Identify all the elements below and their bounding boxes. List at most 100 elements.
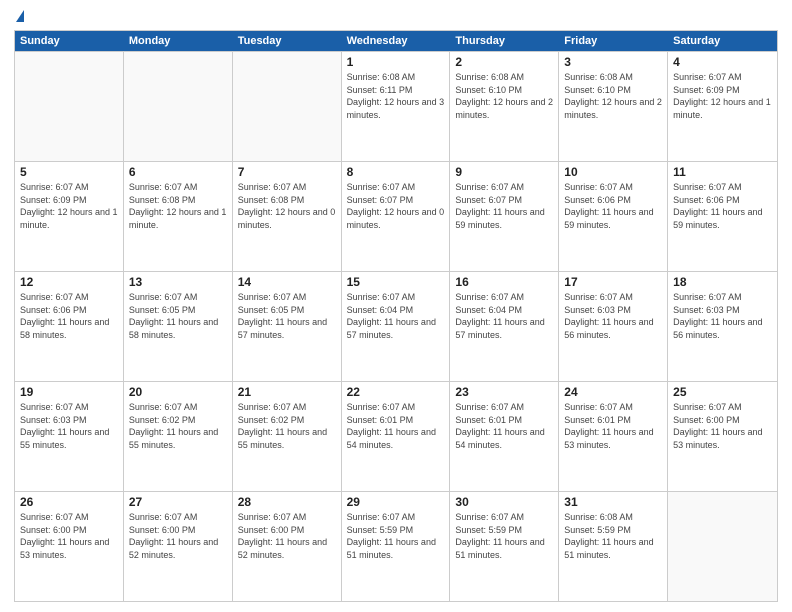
header-day: Wednesday	[342, 31, 451, 51]
calendar-cell	[668, 492, 777, 601]
day-info: Sunrise: 6:07 AMSunset: 6:02 PMDaylight:…	[238, 401, 336, 451]
calendar-cell: 26 Sunrise: 6:07 AMSunset: 6:00 PMDayligh…	[15, 492, 124, 601]
day-number: 26	[20, 495, 118, 509]
day-number: 2	[455, 55, 553, 69]
day-number: 8	[347, 165, 445, 179]
day-info: Sunrise: 6:07 AMSunset: 6:00 PMDaylight:…	[238, 511, 336, 561]
header-day: Friday	[559, 31, 668, 51]
day-info: Sunrise: 6:07 AMSunset: 6:07 PMDaylight:…	[347, 181, 445, 231]
day-number: 25	[673, 385, 772, 399]
day-info: Sunrise: 6:07 AMSunset: 6:06 PMDaylight:…	[20, 291, 118, 341]
day-info: Sunrise: 6:07 AMSunset: 6:09 PMDaylight:…	[20, 181, 118, 231]
day-number: 22	[347, 385, 445, 399]
calendar-cell: 17Sunrise: 6:07 AMSunset: 6:03 PMDayligh…	[559, 272, 668, 381]
calendar-week: 19 Sunrise: 6:07 AMSunset: 6:03 PMDayligh…	[15, 381, 777, 491]
calendar-cell: 23 Sunrise: 6:07 AMSunset: 6:01 PMDayligh…	[450, 382, 559, 491]
calendar-header: SundayMondayTuesdayWednesdayThursdayFrid…	[15, 31, 777, 51]
day-info: Sunrise: 6:07 AMSunset: 6:05 PMDaylight:…	[238, 291, 336, 341]
day-number: 31	[564, 495, 662, 509]
calendar-cell: 4 Sunrise: 6:07 AMSunset: 6:09 PMDaylight…	[668, 52, 777, 161]
calendar-cell: 10 Sunrise: 6:07 AMSunset: 6:06 PMDayligh…	[559, 162, 668, 271]
day-info: Sunrise: 6:08 AMSunset: 6:11 PMDaylight:…	[347, 71, 445, 121]
calendar-cell	[124, 52, 233, 161]
calendar-cell	[233, 52, 342, 161]
day-info: Sunrise: 6:07 AMSunset: 6:00 PMDaylight:…	[129, 511, 227, 561]
day-info: Sunrise: 6:07 AMSunset: 6:00 PMDaylight:…	[20, 511, 118, 561]
day-info: Sunrise: 6:07 AMSunset: 6:01 PMDaylight:…	[564, 401, 662, 451]
day-info: Sunrise: 6:07 AMSunset: 6:00 PMDaylight:…	[673, 401, 772, 451]
day-number: 20	[129, 385, 227, 399]
calendar-cell: 20 Sunrise: 6:07 AMSunset: 6:02 PMDayligh…	[124, 382, 233, 491]
day-number: 23	[455, 385, 553, 399]
day-number: 19	[20, 385, 118, 399]
day-number: 5	[20, 165, 118, 179]
calendar-cell: 31 Sunrise: 6:08 AMSunset: 5:59 PMDayligh…	[559, 492, 668, 601]
calendar-cell: 29 Sunrise: 6:07 AMSunset: 5:59 PMDayligh…	[342, 492, 451, 601]
header-day: Saturday	[668, 31, 777, 51]
day-number: 15	[347, 275, 445, 289]
day-info: Sunrise: 6:07 AMSunset: 6:01 PMDaylight:…	[455, 401, 553, 451]
day-number: 1	[347, 55, 445, 69]
day-number: 30	[455, 495, 553, 509]
logo	[14, 10, 24, 22]
calendar-cell: 3 Sunrise: 6:08 AMSunset: 6:10 PMDaylight…	[559, 52, 668, 161]
calendar-week: 5 Sunrise: 6:07 AMSunset: 6:09 PMDaylight…	[15, 161, 777, 271]
day-info: Sunrise: 6:08 AMSunset: 5:59 PMDaylight:…	[564, 511, 662, 561]
day-info: Sunrise: 6:07 AMSunset: 6:02 PMDaylight:…	[129, 401, 227, 451]
day-info: Sunrise: 6:07 AMSunset: 6:04 PMDaylight:…	[347, 291, 445, 341]
calendar-cell: 8 Sunrise: 6:07 AMSunset: 6:07 PMDaylight…	[342, 162, 451, 271]
calendar-cell: 12 Sunrise: 6:07 AMSunset: 6:06 PMDayligh…	[15, 272, 124, 381]
day-number: 28	[238, 495, 336, 509]
day-info: Sunrise: 6:07 AMSunset: 6:06 PMDaylight:…	[673, 181, 772, 231]
day-number: 16	[455, 275, 553, 289]
header-day: Sunday	[15, 31, 124, 51]
day-number: 4	[673, 55, 772, 69]
day-info: Sunrise: 6:07 AMSunset: 6:08 PMDaylight:…	[238, 181, 336, 231]
day-number: 6	[129, 165, 227, 179]
day-info: Sunrise: 6:07 AMSunset: 6:06 PMDaylight:…	[564, 181, 662, 231]
day-number: 27	[129, 495, 227, 509]
day-number: 3	[564, 55, 662, 69]
day-info: Sunrise: 6:07 AMSunset: 6:05 PMDaylight:…	[129, 291, 227, 341]
day-info: Sunrise: 6:07 AMSunset: 5:59 PMDaylight:…	[455, 511, 553, 561]
day-info: Sunrise: 6:08 AMSunset: 6:10 PMDaylight:…	[455, 71, 553, 121]
day-info: Sunrise: 6:07 AMSunset: 6:07 PMDaylight:…	[455, 181, 553, 231]
day-number: 29	[347, 495, 445, 509]
day-number: 7	[238, 165, 336, 179]
day-info: Sunrise: 6:07 AMSunset: 5:59 PMDaylight:…	[347, 511, 445, 561]
calendar-cell: 25 Sunrise: 6:07 AMSunset: 6:00 PMDayligh…	[668, 382, 777, 491]
header-day: Tuesday	[233, 31, 342, 51]
logo-icon	[16, 10, 24, 22]
day-info: Sunrise: 6:07 AMSunset: 6:03 PMDaylight:…	[564, 291, 662, 341]
day-number: 18	[673, 275, 772, 289]
calendar: SundayMondayTuesdayWednesdayThursdayFrid…	[14, 30, 778, 602]
calendar-cell: 24 Sunrise: 6:07 AMSunset: 6:01 PMDayligh…	[559, 382, 668, 491]
calendar-cell: 28 Sunrise: 6:07 AMSunset: 6:00 PMDayligh…	[233, 492, 342, 601]
calendar-cell: 27 Sunrise: 6:07 AMSunset: 6:00 PMDayligh…	[124, 492, 233, 601]
calendar-cell: 18 Sunrise: 6:07 AMSunset: 6:03 PMDayligh…	[668, 272, 777, 381]
day-number: 12	[20, 275, 118, 289]
day-info: Sunrise: 6:07 AMSunset: 6:09 PMDaylight:…	[673, 71, 772, 121]
day-number: 10	[564, 165, 662, 179]
calendar-week: 1 Sunrise: 6:08 AMSunset: 6:11 PMDaylight…	[15, 51, 777, 161]
day-info: Sunrise: 6:08 AMSunset: 6:10 PMDaylight:…	[564, 71, 662, 121]
calendar-week: 26 Sunrise: 6:07 AMSunset: 6:00 PMDayligh…	[15, 491, 777, 601]
day-number: 9	[455, 165, 553, 179]
calendar-cell: 15 Sunrise: 6:07 AMSunset: 6:04 PMDayligh…	[342, 272, 451, 381]
day-info: Sunrise: 6:07 AMSunset: 6:03 PMDaylight:…	[673, 291, 772, 341]
header	[14, 10, 778, 22]
day-info: Sunrise: 6:07 AMSunset: 6:03 PMDaylight:…	[20, 401, 118, 451]
day-number: 24	[564, 385, 662, 399]
calendar-cell: 5 Sunrise: 6:07 AMSunset: 6:09 PMDaylight…	[15, 162, 124, 271]
calendar-cell: 1 Sunrise: 6:08 AMSunset: 6:11 PMDaylight…	[342, 52, 451, 161]
calendar-cell	[15, 52, 124, 161]
day-info: Sunrise: 6:07 AMSunset: 6:01 PMDaylight:…	[347, 401, 445, 451]
day-info: Sunrise: 6:07 AMSunset: 6:04 PMDaylight:…	[455, 291, 553, 341]
calendar-cell: 22 Sunrise: 6:07 AMSunset: 6:01 PMDayligh…	[342, 382, 451, 491]
day-info: Sunrise: 6:07 AMSunset: 6:08 PMDaylight:…	[129, 181, 227, 231]
calendar-cell: 14Sunrise: 6:07 AMSunset: 6:05 PMDayligh…	[233, 272, 342, 381]
calendar-cell: 2 Sunrise: 6:08 AMSunset: 6:10 PMDaylight…	[450, 52, 559, 161]
calendar-cell: 16 Sunrise: 6:07 AMSunset: 6:04 PMDayligh…	[450, 272, 559, 381]
calendar-cell: 7 Sunrise: 6:07 AMSunset: 6:08 PMDaylight…	[233, 162, 342, 271]
calendar-cell: 30 Sunrise: 6:07 AMSunset: 5:59 PMDayligh…	[450, 492, 559, 601]
